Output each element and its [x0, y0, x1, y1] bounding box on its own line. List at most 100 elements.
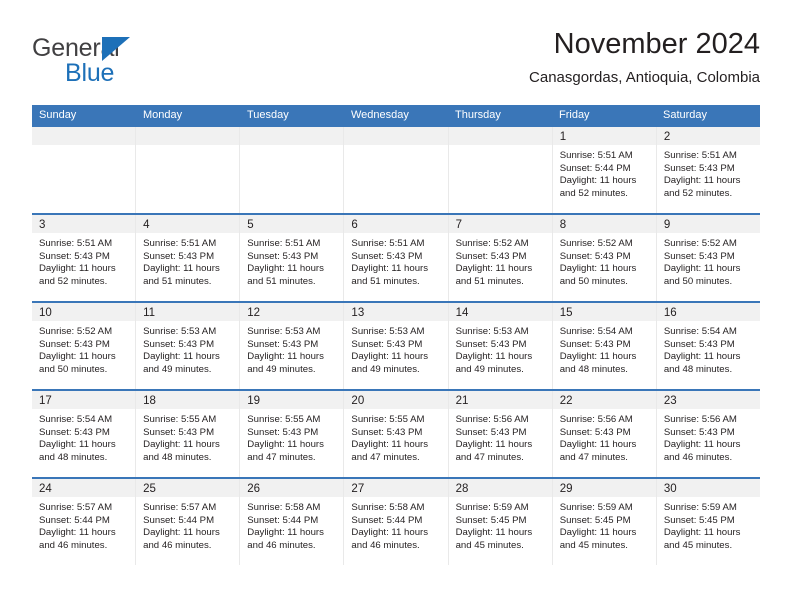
page-title: November 2024: [553, 28, 760, 60]
day-cell-28[interactable]: 28 Sunrise: 5:59 AM Sunset: 5:45 PM Dayligh…: [448, 479, 553, 565]
day-cell-10[interactable]: 10 Sunrise: 5:52 AM Sunset: 5:43 PM Dayligh…: [32, 303, 137, 389]
daylight-text: Daylight: 11 hours and 50 minutes.: [559, 263, 637, 287]
day-cell-24[interactable]: 24 Sunrise: 5:57 AM Sunset: 5:44 PM Dayligh…: [32, 479, 137, 565]
day-cell-16[interactable]: 16 Sunrise: 5:54 AM Sunset: 5:43 PM Dayligh…: [656, 303, 760, 389]
sunrise-text: Sunrise: 5:51 AM: [39, 238, 113, 249]
daylight-text: Daylight: 11 hours and 51 minutes.: [351, 263, 429, 287]
day-number-band: 10: [32, 303, 136, 321]
day-number: 24: [39, 483, 52, 495]
page-subtitle: Canasgordas, Antioquia, Colombia: [529, 69, 760, 86]
general-blue-logo[interactable]: General Blue: [32, 34, 242, 92]
day-cell-empty: [448, 127, 553, 213]
sunrise-text: Sunrise: 5:52 AM: [559, 238, 633, 249]
sunrise-text: Sunrise: 5:51 AM: [663, 150, 737, 161]
sunrise-text: Sunrise: 5:53 AM: [143, 326, 217, 337]
sunset-text: Sunset: 5:43 PM: [247, 250, 319, 262]
daylight-text: Daylight: 11 hours and 52 minutes.: [39, 263, 116, 287]
day-cell-20[interactable]: 20 Sunrise: 5:55 AM Sunset: 5:43 PM Dayligh…: [344, 391, 449, 477]
sunrise-text: Sunrise: 5:51 AM: [351, 238, 425, 249]
day-cell-empty: [240, 127, 345, 213]
sunrise-text: Sunrise: 5:56 AM: [663, 414, 737, 425]
sunset-text: Sunset: 5:43 PM: [39, 426, 110, 438]
day-cell-27[interactable]: 27 Sunrise: 5:58 AM Sunset: 5:44 PM Dayligh…: [344, 479, 449, 565]
logo-text-blue: Blue: [65, 59, 115, 87]
sunset-text: Sunset: 5:43 PM: [247, 338, 319, 350]
day-cell-5[interactable]: 5 Sunrise: 5:51 AM Sunset: 5:43 PM Daylight…: [240, 215, 345, 301]
day-cell-6[interactable]: 6 Sunrise: 5:51 AM Sunset: 5:43 PM Daylight…: [344, 215, 449, 301]
day-cell-7[interactable]: 7 Sunrise: 5:52 AM Sunset: 5:43 PM Daylight…: [448, 215, 553, 301]
daylight-text: Daylight: 11 hours and 46 minutes.: [39, 527, 116, 551]
day-number: 21: [455, 395, 469, 407]
day-cell-11[interactable]: 11 Sunrise: 5:53 AM Sunset: 5:43 PM Dayligh…: [136, 303, 241, 389]
day-sun-info: Sunrise: 5:52 AM Sunset: 5:43 PM Daylight:…: [449, 233, 552, 288]
day-number-band: 21: [448, 391, 552, 409]
day-cell-9[interactable]: 9 Sunrise: 5:52 AM Sunset: 5:43 PM Daylight…: [656, 215, 760, 301]
day-sun-info: Sunrise: 5:51 AM Sunset: 5:43 PM Daylight:…: [32, 233, 135, 288]
day-number-band: 20: [344, 391, 448, 409]
day-cell-25[interactable]: 25 Sunrise: 5:57 AM Sunset: 5:44 PM Dayligh…: [136, 479, 241, 565]
daylight-text: Daylight: 11 hours and 48 minutes.: [39, 439, 116, 463]
daylight-text: Daylight: 11 hours and 48 minutes.: [663, 351, 741, 375]
sunset-text: Sunset: 5:43 PM: [143, 338, 215, 350]
day-sun-info: Sunrise: 5:53 AM Sunset: 5:43 PM Daylight:…: [136, 321, 239, 376]
sunrise-text: Sunrise: 5:51 AM: [247, 238, 321, 249]
day-number: 15: [559, 307, 573, 319]
day-sun-info: Sunrise: 5:55 AM Sunset: 5:43 PM Daylight:…: [344, 409, 447, 464]
day-sun-info: Sunrise: 5:58 AM Sunset: 5:44 PM Daylight:…: [240, 497, 343, 552]
day-sun-info: Sunrise: 5:52 AM Sunset: 5:43 PM Daylight:…: [657, 233, 760, 288]
day-sun-info: Sunrise: 5:59 AM Sunset: 5:45 PM Daylight:…: [553, 497, 656, 552]
day-cell-1[interactable]: 1 Sunrise: 5:51 AM Sunset: 5:44 PM Daylight…: [552, 127, 657, 213]
day-cell-2[interactable]: 2 Sunrise: 5:51 AM Sunset: 5:43 PM Daylight…: [656, 127, 760, 213]
sunrise-text: Sunrise: 5:55 AM: [351, 414, 425, 425]
day-number: 5: [247, 219, 254, 231]
daylight-text: Daylight: 11 hours and 45 minutes.: [455, 527, 533, 551]
sunrise-text: Sunrise: 5:56 AM: [455, 414, 529, 425]
day-cell-30[interactable]: 30 Sunrise: 5:59 AM Sunset: 5:45 PM Dayligh…: [656, 479, 760, 565]
sunset-text: Sunset: 5:43 PM: [663, 426, 735, 438]
calendar-week-row: 1 Sunrise: 5:51 AM Sunset: 5:44 PM Daylight…: [32, 125, 760, 213]
sunset-text: Sunset: 5:43 PM: [559, 426, 631, 438]
day-sun-info: Sunrise: 5:54 AM Sunset: 5:43 PM Daylight:…: [32, 409, 135, 464]
day-cell-14[interactable]: 14 Sunrise: 5:53 AM Sunset: 5:43 PM Dayligh…: [448, 303, 553, 389]
day-number: 29: [559, 483, 573, 495]
day-cell-empty: [32, 127, 137, 213]
sunrise-text: Sunrise: 5:54 AM: [39, 414, 113, 425]
sunrise-text: Sunrise: 5:54 AM: [663, 326, 737, 337]
sunset-text: Sunset: 5:44 PM: [247, 514, 319, 526]
sunset-text: Sunset: 5:43 PM: [559, 338, 631, 350]
daylight-text: Daylight: 11 hours and 50 minutes.: [39, 351, 116, 375]
day-cell-3[interactable]: 3 Sunrise: 5:51 AM Sunset: 5:43 PM Daylight…: [32, 215, 137, 301]
day-cell-21[interactable]: 21 Sunrise: 5:56 AM Sunset: 5:43 PM Dayligh…: [448, 391, 553, 477]
day-number-band: 12: [240, 303, 344, 321]
day-cell-18[interactable]: 18 Sunrise: 5:55 AM Sunset: 5:43 PM Dayligh…: [136, 391, 241, 477]
sunrise-text: Sunrise: 5:51 AM: [559, 150, 633, 161]
day-cell-15[interactable]: 15 Sunrise: 5:54 AM Sunset: 5:43 PM Dayligh…: [552, 303, 657, 389]
day-number: 30: [663, 483, 677, 495]
day-cell-13[interactable]: 13 Sunrise: 5:53 AM Sunset: 5:43 PM Dayligh…: [344, 303, 449, 389]
day-number-band: 27: [344, 479, 448, 497]
day-sun-info: Sunrise: 5:54 AM Sunset: 5:43 PM Daylight:…: [553, 321, 656, 376]
day-sun-info: Sunrise: 5:55 AM Sunset: 5:43 PM Daylight:…: [240, 409, 343, 464]
day-sun-info: Sunrise: 5:57 AM Sunset: 5:44 PM Daylight:…: [32, 497, 135, 552]
day-cell-29[interactable]: 29 Sunrise: 5:59 AM Sunset: 5:45 PM Dayligh…: [552, 479, 657, 565]
calendar-week-row: 17 Sunrise: 5:54 AM Sunset: 5:43 PM Dayligh…: [32, 389, 760, 477]
day-number-band: 3: [32, 215, 136, 233]
day-cell-12[interactable]: 12 Sunrise: 5:53 AM Sunset: 5:43 PM Dayligh…: [240, 303, 345, 389]
day-cell-26[interactable]: 26 Sunrise: 5:58 AM Sunset: 5:44 PM Dayligh…: [240, 479, 345, 565]
sunset-text: Sunset: 5:43 PM: [455, 250, 527, 262]
day-cell-empty: [344, 127, 449, 213]
daylight-text: Daylight: 11 hours and 46 minutes.: [247, 527, 324, 551]
daylight-text: Daylight: 11 hours and 49 minutes.: [455, 351, 533, 375]
day-cell-19[interactable]: 19 Sunrise: 5:55 AM Sunset: 5:43 PM Dayligh…: [240, 391, 345, 477]
day-cell-8[interactable]: 8 Sunrise: 5:52 AM Sunset: 5:43 PM Daylight…: [552, 215, 657, 301]
sunrise-text: Sunrise: 5:55 AM: [143, 414, 217, 425]
daylight-text: Daylight: 11 hours and 46 minutes.: [143, 527, 220, 551]
day-number-band: 30: [656, 479, 760, 497]
day-cell-4[interactable]: 4 Sunrise: 5:51 AM Sunset: 5:43 PM Daylight…: [136, 215, 241, 301]
sunset-text: Sunset: 5:43 PM: [663, 162, 735, 174]
day-cell-23[interactable]: 23 Sunrise: 5:56 AM Sunset: 5:43 PM Dayligh…: [656, 391, 760, 477]
day-cell-22[interactable]: 22 Sunrise: 5:56 AM Sunset: 5:43 PM Dayligh…: [552, 391, 657, 477]
day-cell-17[interactable]: 17 Sunrise: 5:54 AM Sunset: 5:43 PM Dayligh…: [32, 391, 137, 477]
daylight-text: Daylight: 11 hours and 51 minutes.: [247, 263, 324, 287]
sunset-text: Sunset: 5:43 PM: [663, 338, 735, 350]
